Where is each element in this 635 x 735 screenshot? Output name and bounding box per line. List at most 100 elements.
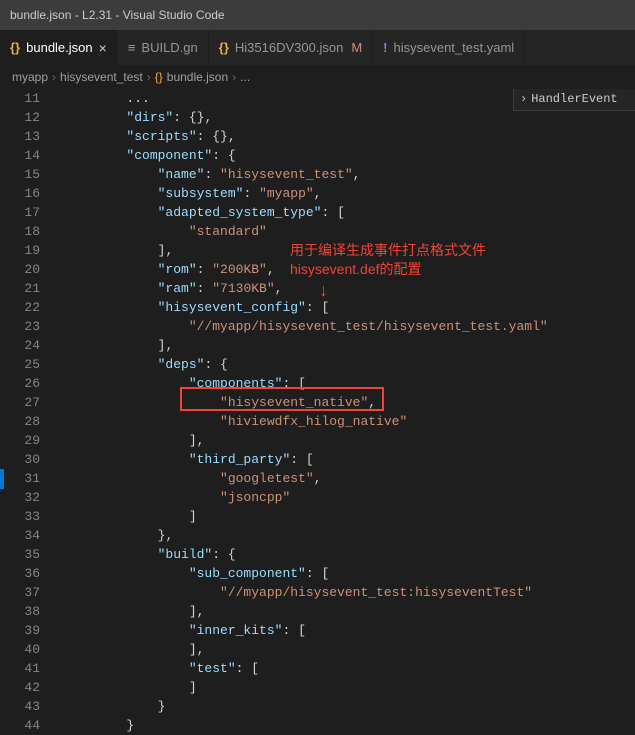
code-line[interactable]: 13 "scripts": {}, — [0, 127, 635, 146]
code-line[interactable]: 27 "hisysevent_native", — [0, 393, 635, 412]
code-content[interactable]: } — [64, 697, 635, 716]
code-line[interactable]: 30 "third_party": [ — [0, 450, 635, 469]
outline-panel[interactable]: › HandlerEvent — [513, 89, 635, 111]
code-line[interactable]: 42 ] — [0, 678, 635, 697]
code-content[interactable]: "sub_component": [ — [64, 564, 635, 583]
code-content[interactable]: "hisysevent_native", — [64, 393, 635, 412]
code-content[interactable]: "component": { — [64, 146, 635, 165]
code-content[interactable]: "third_party": [ — [64, 450, 635, 469]
tab-build-gn[interactable]: ≡ BUILD.gn — [118, 30, 209, 65]
line-number: 26 — [0, 374, 44, 393]
window-title: bundle.json - L2.31 - Visual Studio Code — [10, 8, 225, 22]
code-line[interactable]: 44 } — [0, 716, 635, 735]
line-number: 30 — [0, 450, 44, 469]
code-content[interactable]: "test": [ — [64, 659, 635, 678]
line-number: 17 — [0, 203, 44, 222]
json-icon: {} — [155, 70, 163, 84]
line-number: 42 — [0, 678, 44, 697]
chevron-right-icon: › — [232, 70, 236, 84]
breadcrumb-part[interactable]: bundle.json — [167, 70, 228, 84]
code-line[interactable]: 36 "sub_component": [ — [0, 564, 635, 583]
line-number: 20 — [0, 260, 44, 279]
arrow-down-icon: ↓ — [318, 283, 329, 302]
code-content[interactable]: "scripts": {}, — [64, 127, 635, 146]
code-content[interactable]: "inner_kits": [ — [64, 621, 635, 640]
code-content[interactable]: "adapted_system_type": [ — [64, 203, 635, 222]
code-content[interactable]: "//myapp/hisysevent_test/hisysevent_test… — [64, 317, 635, 336]
code-content[interactable]: "deps": { — [64, 355, 635, 374]
code-content[interactable]: ] — [64, 507, 635, 526]
code-content[interactable]: ], — [64, 640, 635, 659]
chevron-right-icon: › — [52, 70, 56, 84]
code-line[interactable]: 39 "inner_kits": [ — [0, 621, 635, 640]
tab-bar: {} bundle.json × ≡ BUILD.gn {} Hi3516DV3… — [0, 30, 635, 65]
code-line[interactable]: 33 ] — [0, 507, 635, 526]
json-icon: {} — [219, 40, 229, 55]
code-content[interactable]: "components": [ — [64, 374, 635, 393]
line-number: 23 — [0, 317, 44, 336]
line-number: 33 — [0, 507, 44, 526]
code-line[interactable]: 41 "test": [ — [0, 659, 635, 678]
line-number: 34 — [0, 526, 44, 545]
tab-bundle-json[interactable]: {} bundle.json × — [0, 30, 118, 65]
code-line[interactable]: 26 "components": [ — [0, 374, 635, 393]
breadcrumb[interactable]: myapp › hisysevent_test › {} bundle.json… — [0, 65, 635, 89]
line-number: 19 — [0, 241, 44, 260]
breadcrumb-part[interactable]: myapp — [12, 70, 48, 84]
yaml-icon: ! — [383, 40, 387, 55]
code-content[interactable]: "ram": "7130KB", — [64, 279, 635, 298]
code-line[interactable]: 17 "adapted_system_type": [ — [0, 203, 635, 222]
tab-label: BUILD.gn — [141, 40, 197, 55]
line-number: 13 — [0, 127, 44, 146]
breadcrumb-part[interactable]: hisysevent_test — [60, 70, 143, 84]
code-line[interactable]: 29 ], — [0, 431, 635, 450]
code-line[interactable]: 25 "deps": { — [0, 355, 635, 374]
code-content[interactable]: "//myapp/hisysevent_test:hisyseventTest" — [64, 583, 635, 602]
close-icon[interactable]: × — [99, 40, 107, 56]
code-line[interactable]: 31 "googletest", — [0, 469, 635, 488]
file-icon: ≡ — [128, 40, 136, 55]
titlebar[interactable]: bundle.json - L2.31 - Visual Studio Code — [0, 0, 635, 30]
chevron-right-icon: › — [147, 70, 151, 84]
code-content[interactable]: "standard" — [64, 222, 635, 241]
code-line[interactable]: 16 "subsystem": "myapp", — [0, 184, 635, 203]
code-content[interactable]: ] — [64, 678, 635, 697]
code-line[interactable]: 37 "//myapp/hisysevent_test:hisyseventTe… — [0, 583, 635, 602]
code-content[interactable]: "jsoncpp" — [64, 488, 635, 507]
tab-label: hisysevent_test.yaml — [394, 40, 515, 55]
code-line[interactable]: 24 ], — [0, 336, 635, 355]
code-line[interactable]: 15 "name": "hisysevent_test", — [0, 165, 635, 184]
annotation-text: 用于编译生成事件打点格式文件 hisysevent.def的配置 — [290, 241, 486, 279]
breadcrumb-part[interactable]: ... — [240, 70, 250, 84]
code-line[interactable]: 18 "standard" — [0, 222, 635, 241]
code-content[interactable]: "hiviewdfx_hilog_native" — [64, 412, 635, 431]
line-number: 16 — [0, 184, 44, 203]
code-content[interactable]: }, — [64, 526, 635, 545]
code-content[interactable]: "build": { — [64, 545, 635, 564]
activity-indicator — [0, 469, 4, 489]
code-content[interactable]: } — [64, 716, 635, 735]
code-content[interactable]: ], — [64, 602, 635, 621]
code-line[interactable]: 35 "build": { — [0, 545, 635, 564]
code-content[interactable]: "subsystem": "myapp", — [64, 184, 635, 203]
code-content[interactable]: ], — [64, 336, 635, 355]
code-line[interactable]: 43 } — [0, 697, 635, 716]
code-line[interactable]: 28 "hiviewdfx_hilog_native" — [0, 412, 635, 431]
tab-hi3516-json[interactable]: {} Hi3516DV300.json M — [209, 30, 373, 65]
code-content[interactable]: "hisysevent_config": [ — [64, 298, 635, 317]
code-line[interactable]: 23 "//myapp/hisysevent_test/hisysevent_t… — [0, 317, 635, 336]
tab-label: bundle.json — [26, 40, 93, 55]
code-line[interactable]: 40 ], — [0, 640, 635, 659]
code-editor[interactable]: › HandlerEvent 用于编译生成事件打点格式文件 hisysevent… — [0, 89, 635, 718]
line-number: 18 — [0, 222, 44, 241]
code-line[interactable]: 34 }, — [0, 526, 635, 545]
code-content[interactable]: "googletest", — [64, 469, 635, 488]
code-content[interactable]: "name": "hisysevent_test", — [64, 165, 635, 184]
code-line[interactable]: 32 "jsoncpp" — [0, 488, 635, 507]
tab-hisysevent-yaml[interactable]: ! hisysevent_test.yaml — [373, 30, 525, 65]
line-number: 14 — [0, 146, 44, 165]
line-number: 39 — [0, 621, 44, 640]
code-line[interactable]: 14 "component": { — [0, 146, 635, 165]
code-content[interactable]: ], — [64, 431, 635, 450]
code-line[interactable]: 38 ], — [0, 602, 635, 621]
